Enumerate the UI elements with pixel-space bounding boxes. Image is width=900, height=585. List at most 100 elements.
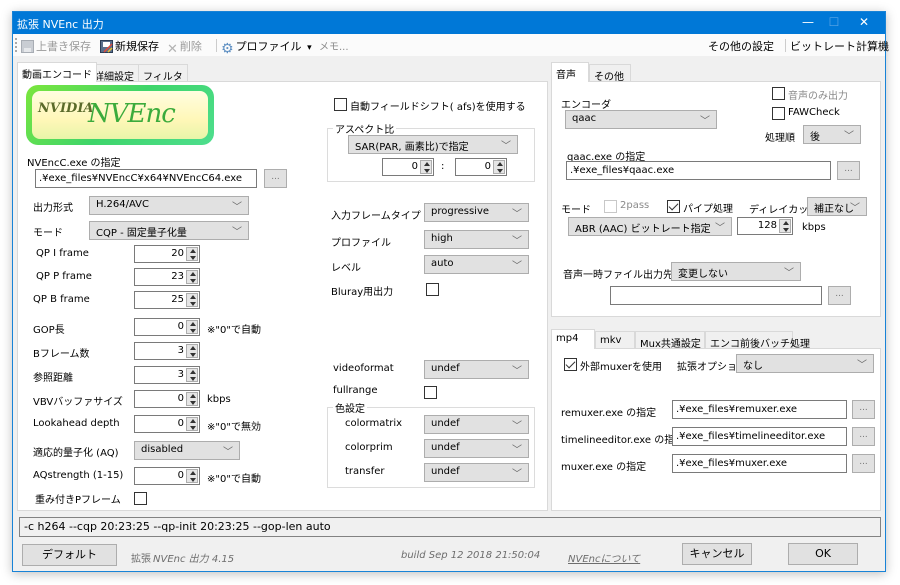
spin-arrows-icon[interactable] [186, 392, 198, 406]
afs-label: 自動フィールドシフト( afs)を使用する [350, 102, 526, 113]
audio-only-checkbox[interactable] [772, 87, 785, 100]
lookahead-note: ※"0"で無効 [207, 422, 261, 433]
external-muxer-checkbox[interactable] [564, 358, 577, 371]
spin-arrows-icon[interactable] [493, 160, 505, 174]
other-settings-button[interactable]: その他の設定 [708, 38, 774, 54]
vbv-spinner[interactable]: 0 [134, 390, 200, 408]
tab-mp4[interactable]: mp4 [551, 329, 595, 349]
tab-other[interactable]: その他 [589, 64, 631, 83]
tab-filter[interactable]: フィルタ [138, 64, 188, 83]
processing-order-select[interactable]: 後 ﹀ [803, 125, 861, 144]
pipe-checkbox[interactable] [667, 200, 680, 213]
overwrite-save-button[interactable]: 上書き保存 [21, 38, 91, 54]
command-line-preview[interactable]: -c h264 --cqp 20:23:25 --qp-init 20:23:2… [19, 517, 881, 537]
save-disk-icon [21, 40, 34, 53]
colorprim-select[interactable]: undef ﹀ [424, 439, 529, 458]
chevron-down-icon: ﹀ [844, 131, 854, 142]
chevron-down-icon: ﹀ [512, 366, 522, 377]
profile-select[interactable]: high ﹀ [424, 230, 529, 249]
temp-output-browse-button[interactable]: ... [828, 286, 851, 305]
toolbar-grip[interactable] [15, 38, 17, 52]
level-select[interactable]: auto ﹀ [424, 255, 529, 274]
timelineeditor-browse-button[interactable]: ... [852, 427, 875, 446]
colormatrix-select[interactable]: undef ﹀ [424, 415, 529, 434]
videoformat-select[interactable]: undef ﹀ [424, 360, 529, 379]
transfer-select[interactable]: undef ﹀ [424, 463, 529, 482]
audio-encoder-select[interactable]: qaac ﹀ [565, 110, 717, 129]
spin-arrows-icon[interactable] [186, 293, 198, 307]
qp-i-spinner[interactable]: 20 [134, 245, 200, 263]
ext-option-select[interactable]: なし ﹀ [736, 354, 874, 373]
cancel-button[interactable]: キャンセル [682, 543, 752, 565]
spin-arrows-icon[interactable] [779, 219, 791, 233]
qp-p-spinner[interactable]: 23 [134, 268, 200, 286]
delete-button[interactable]: ✕ 削除 [167, 38, 202, 57]
muxer-browse-button[interactable]: ... [852, 454, 875, 473]
aq-select[interactable]: disabled ﹀ [134, 441, 240, 460]
spin-arrows-icon[interactable] [186, 270, 198, 284]
maximize-button[interactable]: ☐ [819, 12, 849, 34]
processing-order-value: 後 [810, 132, 820, 143]
colorprim-value: undef [431, 442, 460, 453]
aqstrength-spinner[interactable]: 0 [134, 467, 200, 485]
timelineeditor-path-input[interactable]: .¥exe_files¥timelineeditor.exe [672, 427, 847, 446]
about-nvenc-link[interactable]: NVEncについて [568, 550, 640, 565]
profile-label: プロファイル [331, 238, 391, 249]
temp-output-label: 音声一時ファイル出力先 [563, 270, 673, 281]
nvencc-browse-button[interactable]: ... [264, 169, 287, 188]
weighted-p-checkbox[interactable] [134, 492, 147, 505]
profile-dropdown[interactable]: ⚙ プロファイル ▾ [221, 38, 312, 57]
remuxer-browse-button[interactable]: ... [852, 400, 875, 419]
bluray-checkbox[interactable] [426, 283, 439, 296]
bframes-spinner[interactable]: 3 [134, 342, 200, 360]
aspect-ratio-group-title: アスペクト比 [333, 121, 397, 136]
aspect-mode-select[interactable]: SAR(PAR, 画素比)で指定 ﹀ [348, 135, 518, 154]
spin-arrows-icon[interactable] [420, 160, 432, 174]
tab-audio[interactable]: 音声 [551, 62, 589, 82]
gop-spinner[interactable]: 0 [134, 318, 200, 336]
spin-arrows-icon[interactable] [186, 417, 198, 431]
twopass-checkbox[interactable] [604, 200, 617, 213]
ok-button[interactable]: OK [788, 543, 858, 565]
output-format-select[interactable]: H.264/AVC ﹀ [89, 196, 249, 215]
qaac-browse-button[interactable]: ... [837, 161, 860, 180]
new-save-button[interactable]: 新規保存 [100, 38, 159, 54]
chevron-down-icon: ﹀ [715, 223, 725, 234]
qp-b-spinner[interactable]: 25 [134, 291, 200, 309]
fawcheck-checkbox[interactable] [772, 107, 785, 120]
audio-bitrate-spinner[interactable]: 128 [737, 217, 793, 235]
spin-arrows-icon[interactable] [186, 469, 198, 483]
input-frame-type-label: 入力フレームタイプ [331, 211, 421, 222]
memo-field[interactable]: メモ... [319, 38, 349, 53]
mode-select[interactable]: CQP - 固定量子化量 ﹀ [89, 221, 249, 240]
colormatrix-label: colormatrix [345, 418, 403, 429]
default-button[interactable]: デフォルト [22, 544, 117, 566]
spin-arrows-icon[interactable] [186, 368, 198, 382]
aspect-width-spinner[interactable]: 0 [382, 158, 434, 176]
temp-output-path-input[interactable] [610, 286, 822, 305]
muxer-path-input[interactable]: .¥exe_files¥muxer.exe [672, 454, 847, 473]
input-frame-type-select[interactable]: progressive ﹀ [424, 203, 529, 222]
ref-spinner[interactable]: 3 [134, 366, 200, 384]
tab-mkv[interactable]: mkv [595, 331, 635, 349]
aspect-separator: : [441, 161, 445, 172]
aspect-height-spinner[interactable]: 0 [455, 158, 507, 176]
lookahead-spinner[interactable]: 0 [134, 415, 200, 433]
close-button[interactable]: ✕ [849, 12, 879, 34]
delay-cut-select[interactable]: 補正なし ﹀ [807, 197, 867, 216]
tab-batch-processing[interactable]: エンコ前後バッチ処理 [705, 331, 810, 350]
tab-video-encode[interactable]: 動画エンコード [17, 62, 97, 82]
audio-mode-select[interactable]: ABR (AAC) ビットレート指定 ﹀ [568, 217, 732, 236]
spin-arrows-icon[interactable] [186, 247, 198, 261]
bitrate-calculator-button[interactable]: ビットレート計算機 [790, 38, 889, 54]
afs-checkbox[interactable] [334, 98, 347, 111]
remuxer-path-input[interactable]: .¥exe_files¥remuxer.exe [672, 400, 847, 419]
spin-arrows-icon[interactable] [186, 344, 198, 358]
temp-output-select[interactable]: 変更しない ﹀ [671, 262, 801, 281]
spin-arrows-icon[interactable] [186, 320, 198, 334]
nvencc-exe-path-input[interactable]: .¥exe_files¥NVEncC¥x64¥NVEncC64.exe [35, 169, 257, 188]
temp-output-value: 変更しない [678, 269, 728, 280]
qaac-exe-path-input[interactable]: .¥exe_files¥qaac.exe [566, 161, 831, 180]
tab-mux-common[interactable]: Mux共通設定 [635, 331, 705, 350]
fullrange-checkbox[interactable] [424, 386, 437, 399]
